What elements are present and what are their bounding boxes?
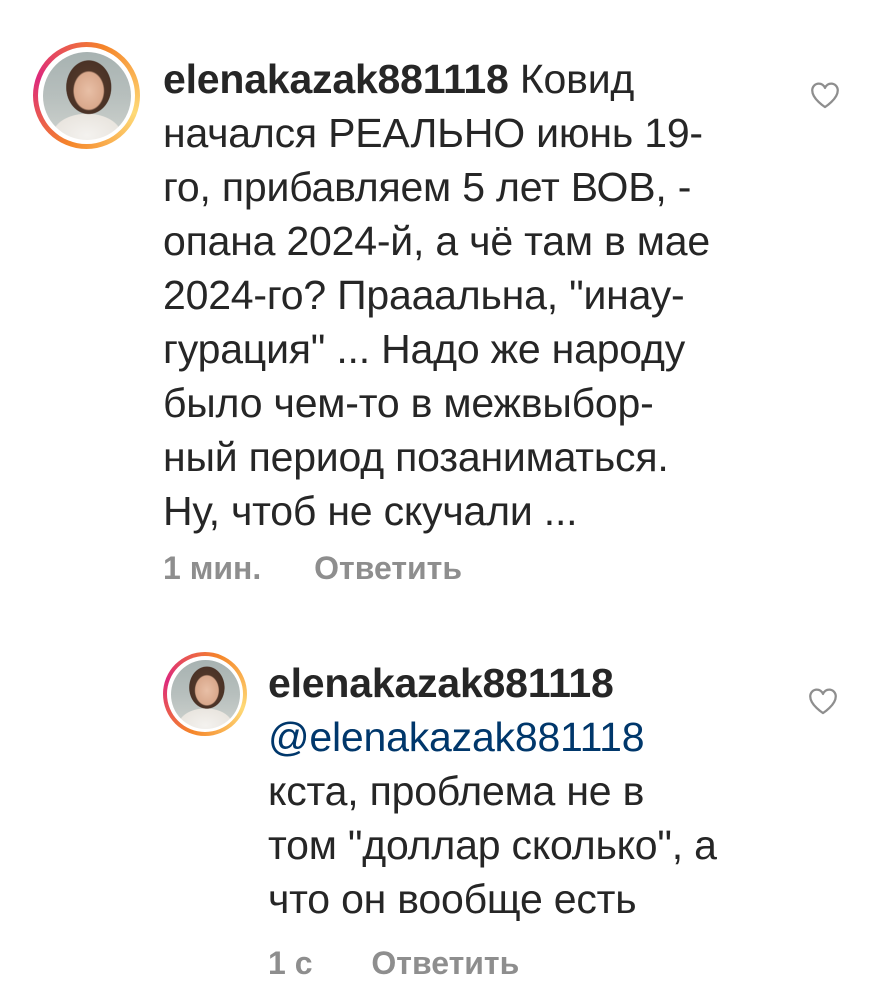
comment-text-line: что он вообще есть [268,876,637,922]
comment-text-line: ный период позаниматься. [163,434,669,480]
comment-text: elenakazak881118 @elenakazak881118 кста,… [268,656,717,926]
comment-meta: 1 мин. Ответить [163,550,462,587]
comment-text-line: го, прибавляем 5 лет ВОВ, - [163,164,692,210]
comment-text: elenakazak881118 Ковид начался РЕАЛЬНО и… [163,52,710,538]
heart-outline-icon[interactable] [808,78,842,112]
reply-button[interactable]: Ответить [314,550,462,587]
comment-text-line: 2024-го? Прааальна, "инау- [163,272,685,318]
comment-timestamp: 1 мин. [163,550,262,586]
comment-username[interactable]: elenakazak881118 [268,656,717,710]
comment-text-line: кста, проблема не в [268,768,645,814]
comment-text-line: начался РЕАЛЬНО июнь 19- [163,110,703,156]
avatar [170,659,240,729]
comment-text-line: Ковид [519,56,635,102]
mention-link[interactable]: @elenakazak881118 [268,710,717,764]
comment-text-line: опана 2024-й, а чё там в мае [163,218,710,264]
comment-text-line: было чем-то в межвыбор- [163,380,654,426]
avatar-story-ring[interactable] [33,42,140,149]
comment-username[interactable]: elenakazak881118 [163,56,509,102]
avatar [42,51,131,140]
comment-text-line: Ну, чтоб не скучали ... [163,488,578,534]
comment-meta: 1 с Ответить [268,945,519,982]
reply-button[interactable]: Ответить [371,945,519,982]
avatar-story-ring[interactable] [163,652,247,736]
comment-text-line: гурация" ... Надо же народу [163,326,686,372]
comment-timestamp: 1 с [268,945,313,981]
comment-text-line: том "доллар сколько", а [268,822,717,868]
heart-outline-icon[interactable] [806,684,840,718]
